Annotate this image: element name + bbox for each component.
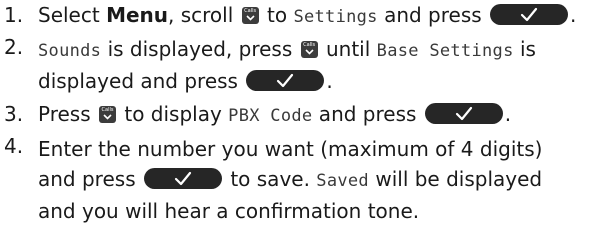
step-4-line-1: 4. Enter the number you want (maximum of … xyxy=(4,134,594,164)
step-text: and press xyxy=(312,102,423,126)
lcd-saved: Saved xyxy=(316,171,369,191)
step-4-line-3: and you will hear a confirmation tone. xyxy=(38,196,594,226)
step-number: 2. xyxy=(4,35,24,59)
step-text: Select xyxy=(38,3,107,27)
step-2-line-2: displayed and press . xyxy=(38,66,594,96)
instruction-steps: 1. Select Menu, scroll Calls to Settings … xyxy=(0,0,594,226)
calls-key-label: Calls xyxy=(244,8,257,14)
calls-key-icon: Calls xyxy=(241,7,259,24)
step-text: displayed and press xyxy=(38,69,245,93)
lcd-base-settings: Base Settings xyxy=(376,41,514,61)
lcd-settings: Settings xyxy=(293,7,378,27)
step-text: and you will hear a confirmation tone. xyxy=(38,199,420,223)
step-1: 1. Select Menu, scroll Calls to Settings … xyxy=(0,0,594,32)
ok-key-icon xyxy=(424,103,503,124)
step-text: to display xyxy=(118,102,229,126)
step-text: and press xyxy=(38,167,142,191)
step-2-line-1: 2. Sounds is displayed, press Calls until… xyxy=(4,32,594,66)
ok-key-icon xyxy=(143,168,222,189)
ok-key-icon xyxy=(246,70,325,91)
menu-label: Menu xyxy=(106,3,169,27)
step-text: to xyxy=(260,3,294,27)
step-number: 3. xyxy=(4,102,24,126)
step-text: , scroll xyxy=(168,3,240,27)
step-text: and press xyxy=(377,3,489,27)
step-4-line-2: and press to save. Saved will be display… xyxy=(38,164,594,196)
step-text: Press xyxy=(38,102,97,126)
step-text: Enter the number you want (maximum of 4 … xyxy=(38,137,543,161)
step-text: until xyxy=(319,37,377,61)
lcd-sounds: Sounds xyxy=(38,41,102,61)
step-text: is displayed, press xyxy=(101,37,299,61)
step-text: is xyxy=(513,37,536,61)
step-number: 4. xyxy=(4,134,24,158)
step-number: 1. xyxy=(4,3,24,27)
ok-key-icon xyxy=(490,4,569,25)
calls-key-icon: Calls xyxy=(99,106,116,123)
step-3: 3. Press Calls to display PBX Code and pr… xyxy=(0,96,594,131)
calls-key-label: Calls xyxy=(303,42,316,48)
step-2: 2. Sounds is displayed, press Calls until… xyxy=(0,32,594,96)
step-text: . xyxy=(504,102,512,126)
lcd-pbx-code: PBX Code xyxy=(228,106,313,126)
calls-key-label: Calls xyxy=(101,107,114,113)
step-text: . xyxy=(570,3,577,27)
step-text: . xyxy=(326,69,333,93)
step-text: to save. xyxy=(223,167,317,191)
calls-key-icon: Calls xyxy=(300,41,318,58)
step-4: 4. Enter the number you want (maximum of … xyxy=(0,131,594,226)
step-text: will be displayed xyxy=(368,167,543,191)
